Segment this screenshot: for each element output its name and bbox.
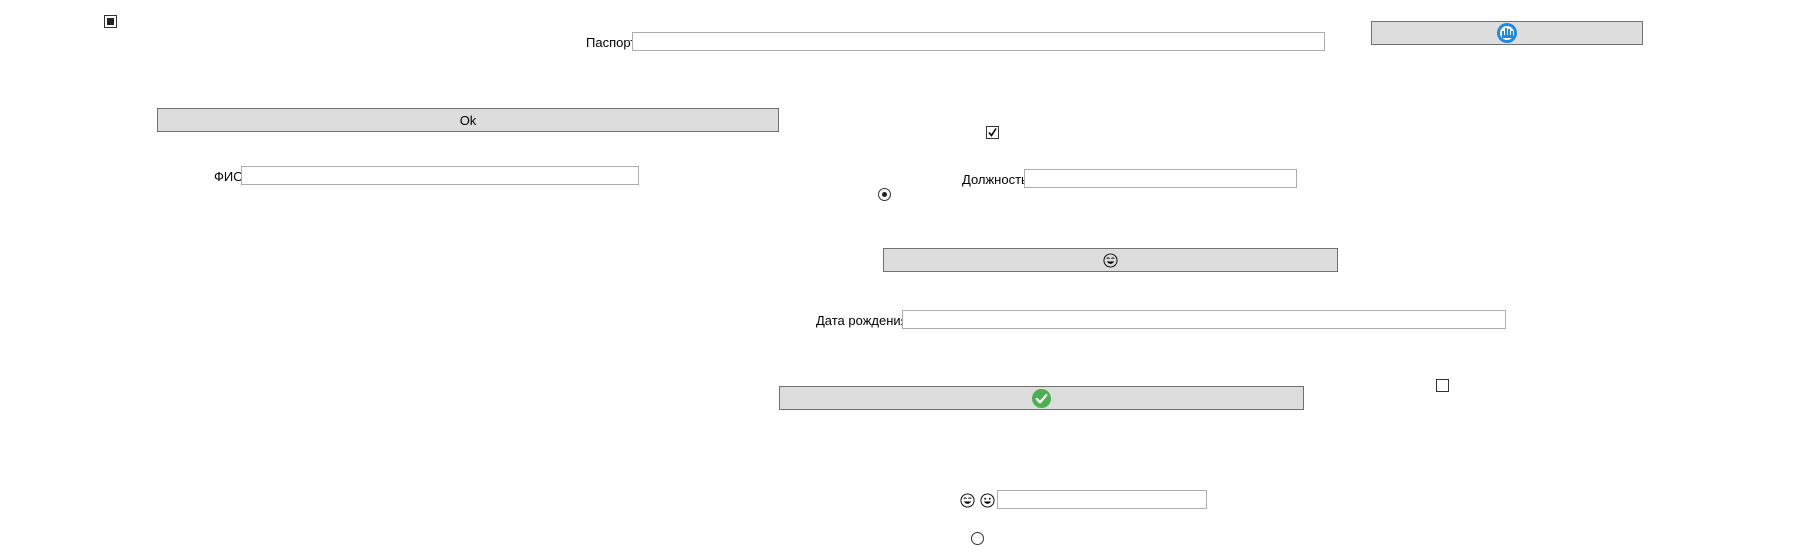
- checkmark-icon: [988, 128, 997, 137]
- green-checkmark-icon: [1031, 388, 1052, 408]
- ok-button[interactable]: Ok: [157, 108, 779, 132]
- grinning-face-icon: [980, 493, 995, 508]
- laughing-face-icon: [960, 493, 975, 508]
- blue-hand-icon: [1497, 23, 1517, 43]
- passport-input[interactable]: [632, 32, 1325, 51]
- birthdate-input[interactable]: [902, 310, 1506, 329]
- laugh-button[interactable]: [883, 248, 1338, 272]
- birthdate-label: Дата рождения: [816, 313, 908, 328]
- brand-button[interactable]: [1371, 21, 1643, 45]
- indeterminate-mark: [107, 18, 114, 25]
- laughing-face-icon: [1103, 252, 1118, 268]
- passport-label: Паспорт: [586, 35, 637, 50]
- position-input[interactable]: [1024, 169, 1297, 188]
- bottom-radio[interactable]: [971, 532, 984, 545]
- confirm-button[interactable]: [779, 386, 1304, 410]
- fio-label: ФИО: [214, 169, 244, 184]
- middle-checkbox[interactable]: [986, 126, 999, 139]
- emoji-input[interactable]: [997, 490, 1207, 509]
- fio-input[interactable]: [241, 166, 639, 185]
- middle-radio[interactable]: [878, 188, 891, 201]
- position-label: Должность: [962, 172, 1028, 187]
- top-left-checkbox[interactable]: [104, 15, 117, 28]
- radio-dot: [882, 192, 887, 197]
- right-checkbox[interactable]: [1436, 379, 1449, 392]
